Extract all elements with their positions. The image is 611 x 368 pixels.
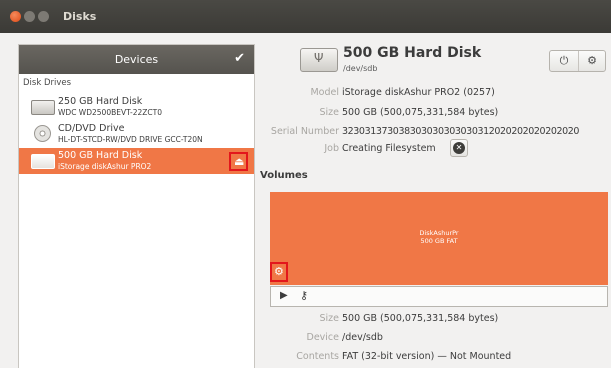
volumes-heading: Volumes <box>260 170 308 181</box>
sidebar-item-500gb-hard-disk[interactable]: 500 GB Hard Disk iStorage diskAshur PRO2… <box>19 148 254 174</box>
hard-disk-icon <box>31 100 55 115</box>
volume-toolbar: ▶ ⚷ <box>270 286 608 307</box>
serial-number-label: Serial Number <box>270 126 339 137</box>
volume-contents-label: Contents <box>296 351 339 362</box>
partition-name: DiskAshurPr <box>419 229 459 237</box>
drive-model: iStorage diskAshur PRO2 <box>58 162 152 171</box>
volume-device-label: Device <box>306 332 340 343</box>
cancel-job-button[interactable]: ✕ <box>450 139 468 157</box>
disk-drives-section-label: Disk Drives <box>23 78 72 88</box>
devices-header: Devices ✔ <box>19 45 254 74</box>
disk-device-path: /dev/sdb <box>343 64 378 73</box>
gear-icon: ⚙ <box>274 265 284 278</box>
job-label: Job <box>324 143 339 154</box>
disk-details-pane: Ψ 500 GB Hard Disk /dev/sdb ⏻ ⚙ Model iS… <box>254 33 611 367</box>
power-off-button[interactable]: ⏻ <box>550 51 579 71</box>
size-value: 500 GB (500,075,331,584 bytes) <box>342 107 499 118</box>
volume-contents-value: FAT (32-bit version) — Not Mounted <box>342 351 512 362</box>
format-partition-button[interactable]: ⚙ <box>270 262 288 282</box>
volume-partition[interactable]: DiskAshurPr 500 GB FAT <box>270 192 608 285</box>
devices-sidebar: Devices ✔ Disk Drives 250 GB Hard Disk W… <box>18 44 255 368</box>
volume-size-label: Size <box>319 313 339 324</box>
title-bar: Disks <box>0 0 611 33</box>
volume-device-value: /dev/sdb <box>342 332 383 343</box>
usb-symbol-icon: Ψ <box>314 51 324 65</box>
optical-disc-icon <box>31 125 55 142</box>
sidebar-item-250gb-hard-disk[interactable]: 250 GB Hard Disk WDC WD2500BEVT-22ZCT0 <box>19 94 254 120</box>
key-icon[interactable]: ⚷ <box>300 289 308 302</box>
maximize-button[interactable] <box>38 11 49 22</box>
usb-disk-icon: Ψ <box>300 48 338 72</box>
disk-menu-button[interactable]: ⚙ <box>578 51 606 71</box>
size-label: Size <box>319 107 339 118</box>
volume-size-value: 500 GB (500,075,331,584 bytes) <box>342 313 499 324</box>
drive-name: 500 GB Hard Disk <box>58 150 143 161</box>
drive-name: 250 GB Hard Disk <box>58 96 143 107</box>
drive-model: WDC WD2500BEVT-22ZCT0 <box>58 108 162 117</box>
stop-icon: ✕ <box>453 142 465 154</box>
job-value: Creating Filesystem <box>342 143 436 154</box>
eject-icon: ⏏ <box>234 155 245 168</box>
devices-header-label: Devices <box>114 53 159 66</box>
serial-number-value: 3230313730383030303030303120202020202020… <box>342 126 580 137</box>
minimize-button[interactable] <box>24 11 35 22</box>
disk-title: 500 GB Hard Disk <box>343 45 482 61</box>
sidebar-item-cd-dvd-drive[interactable]: CD/DVD Drive HL-DT-STCD-RW/DVD DRIVE GCC… <box>19 121 254 147</box>
check-icon[interactable]: ✔ <box>234 51 245 66</box>
usb-disk-icon <box>31 154 55 169</box>
close-button[interactable] <box>10 11 21 22</box>
model-label: Model <box>310 87 339 98</box>
eject-button[interactable]: ⏏ <box>229 152 248 171</box>
drive-model: HL-DT-STCD-RW/DVD DRIVE GCC-T20N <box>58 135 203 144</box>
window-title: Disks <box>63 10 97 23</box>
model-value: iStorage diskAshur PRO2 (0257) <box>342 87 495 98</box>
disk-toolbar: ⏻ ⚙ <box>549 50 606 72</box>
drive-name: CD/DVD Drive <box>58 123 125 134</box>
partition-size: 500 GB FAT <box>420 237 458 245</box>
mount-play-icon[interactable]: ▶ <box>280 290 288 301</box>
